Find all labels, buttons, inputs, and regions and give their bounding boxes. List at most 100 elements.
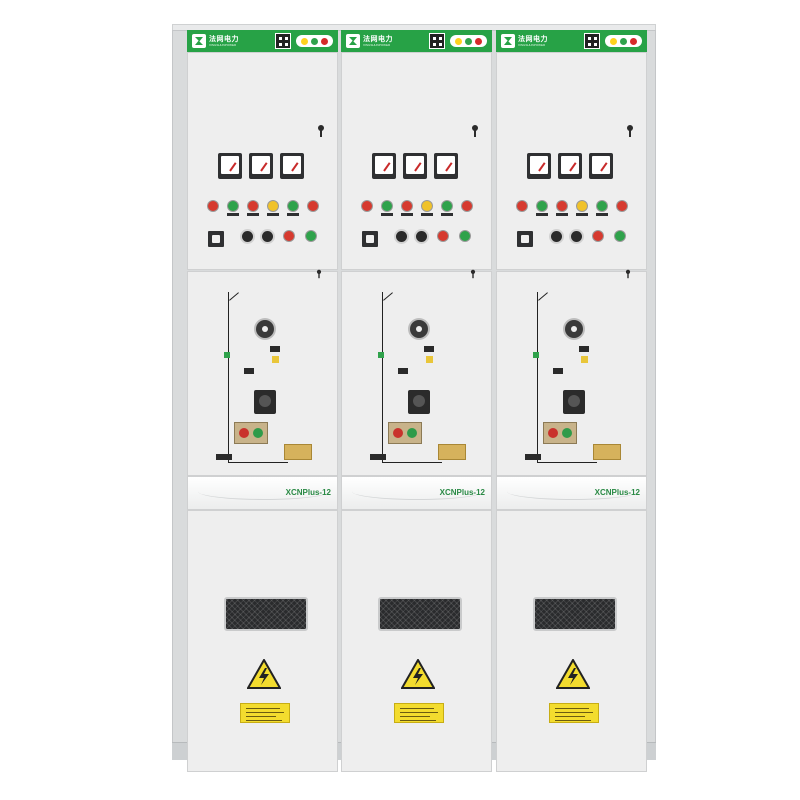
stop-button[interactable] <box>438 231 448 241</box>
yellow-lamp <box>422 201 432 211</box>
red-lamp <box>517 201 527 211</box>
unit-header: 法网电力 XINGSHUNPOWER <box>496 30 647 52</box>
meter-group <box>218 153 308 181</box>
red-lamp <box>208 201 218 211</box>
lamp-tag <box>576 213 588 216</box>
red-led-icon <box>475 38 482 45</box>
cable-door[interactable] <box>341 510 492 772</box>
high-voltage-warning-icon <box>247 659 281 689</box>
lamp-tag <box>381 213 393 216</box>
green-led-icon <box>465 38 472 45</box>
selector-switch[interactable] <box>362 231 378 247</box>
breaker-control-box[interactable] <box>388 422 422 444</box>
lamp-tag <box>287 213 299 216</box>
qr-code-icon <box>275 33 291 49</box>
door-handle-icon[interactable] <box>471 125 479 137</box>
viewing-window <box>224 597 308 631</box>
control-knob[interactable] <box>396 231 407 242</box>
indicator-lamp-row <box>517 201 632 216</box>
earthing-switch-dial[interactable] <box>410 320 428 338</box>
breaker-door[interactable] <box>187 269 339 477</box>
instrument-door[interactable] <box>187 52 338 270</box>
control-row <box>517 231 632 247</box>
lamp-tag <box>596 213 608 216</box>
brand-logo-icon <box>501 34 515 48</box>
nameplate <box>284 444 312 460</box>
breaker-control-box[interactable] <box>234 422 268 444</box>
control-knob[interactable] <box>416 231 427 242</box>
status-indicator <box>533 352 539 358</box>
meter-group <box>527 153 617 181</box>
lamp-tag <box>227 213 239 216</box>
trip-button[interactable] <box>393 428 403 438</box>
model-label: XCNPlus-12 <box>594 488 640 497</box>
start-button[interactable] <box>615 231 625 241</box>
instrument-door[interactable] <box>341 52 492 270</box>
model-ledge: XCNPlus-12 <box>187 476 338 510</box>
breaker-mechanism[interactable] <box>408 390 430 414</box>
green-lamp <box>382 201 392 211</box>
indicator-strip <box>296 35 333 47</box>
yellow-led-icon <box>455 38 462 45</box>
brand-subtitle: XINGSHUNPOWER <box>518 43 546 47</box>
breaker-door[interactable] <box>341 269 492 476</box>
stop-button[interactable] <box>593 231 603 241</box>
red-led-icon <box>321 38 328 45</box>
trip-button[interactable] <box>239 428 249 438</box>
close-button[interactable] <box>562 428 572 438</box>
lamp-tag <box>421 213 433 216</box>
start-button[interactable] <box>306 231 316 241</box>
warning-label <box>240 703 290 723</box>
earthing-switch-dial[interactable] <box>565 320 583 338</box>
breaker-mechanism[interactable] <box>563 390 585 414</box>
mimic-diagram <box>188 272 339 477</box>
breaker-door[interactable] <box>496 269 648 477</box>
door-handle-icon[interactable] <box>317 125 325 137</box>
red-lamp <box>557 201 567 211</box>
control-row <box>208 231 323 247</box>
red-lamp <box>462 201 472 211</box>
brand-subtitle: XINGSHUNPOWER <box>209 43 237 47</box>
lamp-tag <box>247 213 259 216</box>
red-lamp <box>248 201 258 211</box>
indicator-lamp-row <box>208 201 323 216</box>
control-knob[interactable] <box>262 231 273 242</box>
close-button[interactable] <box>407 428 417 438</box>
yellow-lamp <box>268 201 278 211</box>
switchgear-unit-2: 法网电力 XINGSHUNPOWER XCNPlus-12 <box>341 30 492 772</box>
qr-code-icon <box>584 33 600 49</box>
warning-label <box>394 703 444 723</box>
model-label: XCNPlus-12 <box>285 488 331 497</box>
trip-button[interactable] <box>548 428 558 438</box>
instrument-door[interactable] <box>496 52 647 270</box>
selector-switch[interactable] <box>517 231 533 247</box>
close-button[interactable] <box>253 428 263 438</box>
control-knob[interactable] <box>242 231 253 242</box>
indicator-strip <box>605 35 642 47</box>
stop-button[interactable] <box>284 231 294 241</box>
voltmeter-icon <box>558 153 582 179</box>
start-button[interactable] <box>460 231 470 241</box>
indicator-strip <box>450 35 487 47</box>
red-lamp <box>617 201 627 211</box>
breaker-control-box[interactable] <box>543 422 577 444</box>
nameplate <box>438 444 466 460</box>
breaker-mechanism[interactable] <box>254 390 276 414</box>
mimic-diagram <box>497 272 648 477</box>
control-knob[interactable] <box>571 231 582 242</box>
lamp-tag <box>556 213 568 216</box>
green-lamp <box>537 201 547 211</box>
warning-label <box>549 703 599 723</box>
earthing-switch-dial[interactable] <box>256 320 274 338</box>
selector-switch[interactable] <box>208 231 224 247</box>
cable-door[interactable] <box>187 510 338 772</box>
cable-door[interactable] <box>496 510 647 772</box>
lamp-tag <box>401 213 413 216</box>
control-knob[interactable] <box>551 231 562 242</box>
yellow-led-icon <box>301 38 308 45</box>
viewing-window <box>378 597 462 631</box>
red-lamp <box>362 201 372 211</box>
brand-logo-icon <box>346 34 360 48</box>
lamp-tag <box>267 213 279 216</box>
door-handle-icon[interactable] <box>626 125 634 137</box>
